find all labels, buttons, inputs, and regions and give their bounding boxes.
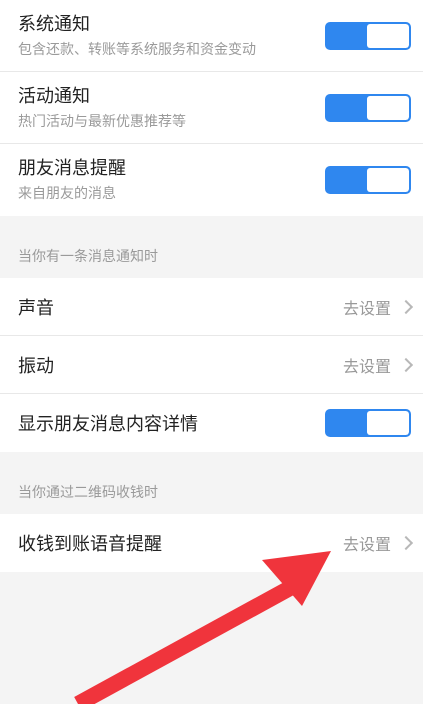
friend-message-title: 朋友消息提醒 bbox=[18, 158, 126, 179]
friend-message-subtitle: 来自朋友的消息 bbox=[18, 186, 116, 202]
toggle-knob bbox=[367, 168, 409, 192]
voice-alert-go-setting[interactable]: 去设置 bbox=[342, 531, 414, 555]
show-details-toggle[interactable] bbox=[325, 409, 411, 437]
chevron-right-icon bbox=[398, 357, 414, 372]
notification-settings-page: 系统通知 包含还款、转账等系统服务和资金变动 活动通知 热门活动与最新优惠推荐等… bbox=[0, 0, 423, 704]
qr-section-label: 当你通过二维码收钱时 bbox=[18, 485, 158, 501]
annotation-arrow-shaft bbox=[74, 580, 294, 704]
notification-group: 系统通知 包含还款、转账等系统服务和资金变动 活动通知 热门活动与最新优惠推荐等… bbox=[0, 0, 423, 216]
system-notice-subtitle: 包含还款、转账等系统服务和资金变动 bbox=[18, 42, 256, 58]
setting-row-voice-alert[interactable]: 收钱到账语音提醒 去设置 bbox=[0, 514, 423, 572]
sound-go-setting-label: 去设置 bbox=[342, 298, 391, 318]
sound-go-setting[interactable]: 去设置 bbox=[342, 295, 414, 319]
vibration-go-setting-label: 去设置 bbox=[342, 356, 391, 376]
message-settings-group: 声音 去设置 振动 去设置 显示朋友消息内容详情 bbox=[0, 278, 423, 452]
sound-title: 声音 bbox=[18, 297, 54, 319]
qr-section-header: 当你通过二维码收钱时 bbox=[0, 452, 423, 514]
voice-alert-go-setting-label: 去设置 bbox=[342, 535, 391, 554]
show-details-title: 显示朋友消息内容详情 bbox=[18, 414, 198, 435]
voice-alert-title: 收钱到账语音提醒 bbox=[18, 534, 162, 555]
friend-message-toggle[interactable] bbox=[325, 166, 411, 194]
activity-notice-subtitle: 热门活动与最新优惠推荐等 bbox=[18, 114, 186, 130]
system-notice-title: 系统通知 bbox=[18, 14, 90, 35]
toggle-knob bbox=[367, 95, 409, 120]
vibration-go-setting[interactable]: 去设置 bbox=[342, 353, 414, 377]
vibration-title: 振动 bbox=[18, 355, 54, 377]
setting-row-system-notice[interactable]: 系统通知 包含还款、转账等系统服务和资金变动 bbox=[0, 0, 423, 72]
chevron-right-icon bbox=[398, 535, 414, 551]
setting-row-vibration[interactable]: 振动 去设置 bbox=[0, 336, 423, 394]
toggle-knob bbox=[367, 411, 409, 435]
message-section-header: 当你有一条消息通知时 bbox=[0, 216, 423, 278]
chevron-right-icon bbox=[398, 299, 414, 314]
activity-notice-toggle[interactable] bbox=[325, 93, 411, 122]
setting-row-sound[interactable]: 声音 去设置 bbox=[0, 278, 423, 336]
toggle-knob bbox=[367, 23, 409, 48]
setting-row-show-details[interactable]: 显示朋友消息内容详情 bbox=[0, 394, 423, 452]
system-notice-toggle[interactable] bbox=[325, 21, 411, 50]
setting-row-friend-message[interactable]: 朋友消息提醒 来自朋友的消息 bbox=[0, 144, 423, 216]
message-section-label: 当你有一条消息通知时 bbox=[18, 249, 158, 265]
activity-notice-title: 活动通知 bbox=[18, 86, 90, 107]
setting-row-activity-notice[interactable]: 活动通知 热门活动与最新优惠推荐等 bbox=[0, 72, 423, 144]
qr-settings-group: 收钱到账语音提醒 去设置 bbox=[0, 514, 423, 572]
